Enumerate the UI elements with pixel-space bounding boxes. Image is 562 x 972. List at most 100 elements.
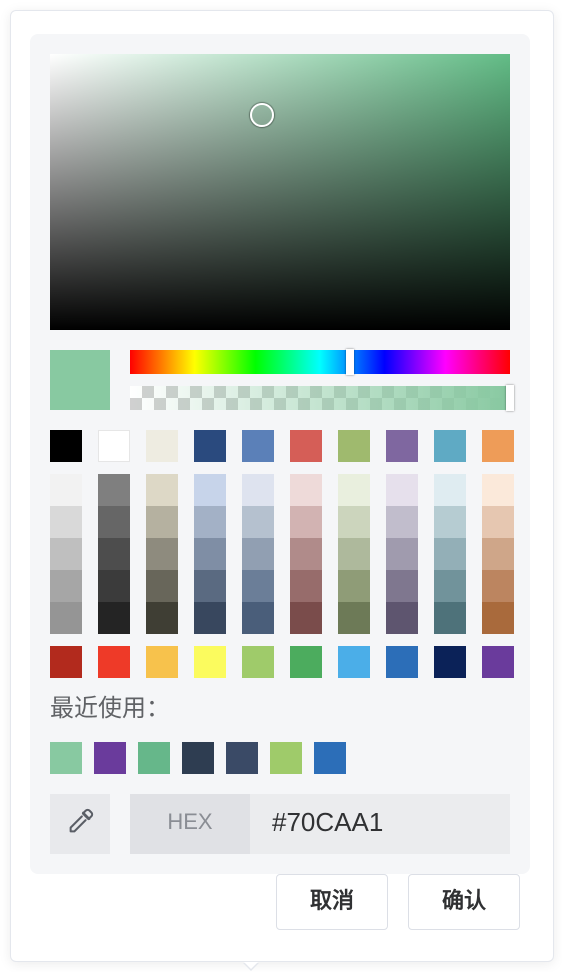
palette-shade-swatch[interactable] — [386, 602, 418, 634]
palette-shade-swatch[interactable] — [290, 570, 322, 602]
palette-standard-swatch[interactable] — [290, 646, 322, 678]
palette-shade-swatch[interactable] — [434, 538, 466, 570]
palette-shade-swatch[interactable] — [98, 570, 130, 602]
hex-format-label: HEX — [130, 794, 250, 854]
palette-shade-swatch[interactable] — [338, 474, 370, 506]
palette-shade-swatch[interactable] — [242, 570, 274, 602]
palette-swatch[interactable] — [434, 430, 466, 462]
palette-shade-swatch[interactable] — [386, 538, 418, 570]
palette-shade-swatch[interactable] — [338, 538, 370, 570]
palette-shade-swatch[interactable] — [338, 570, 370, 602]
palette-shade-swatch[interactable] — [98, 602, 130, 634]
preset-color-palette — [50, 430, 514, 678]
recent-color-swatch[interactable] — [270, 742, 302, 774]
palette-shade-swatch[interactable] — [50, 570, 82, 602]
palette-standard-swatch[interactable] — [146, 646, 178, 678]
palette-swatch[interactable] — [386, 430, 418, 462]
palette-shade-swatch[interactable] — [194, 602, 226, 634]
palette-standard-swatch[interactable] — [386, 646, 418, 678]
palette-shade-swatch[interactable] — [242, 538, 274, 570]
palette-standard-swatch[interactable] — [482, 646, 514, 678]
palette-shade-swatch[interactable] — [482, 570, 514, 602]
palette-shade-swatch[interactable] — [386, 570, 418, 602]
palette-shade-swatch[interactable] — [50, 602, 82, 634]
recent-color-swatch[interactable] — [138, 742, 170, 774]
eyedropper-icon — [65, 807, 95, 841]
palette-shade-swatch[interactable] — [338, 602, 370, 634]
palette-shade-swatch[interactable] — [50, 474, 82, 506]
saturation-value-area[interactable] — [50, 54, 510, 330]
palette-shade-swatch[interactable] — [434, 506, 466, 538]
palette-standard-swatch[interactable] — [434, 646, 466, 678]
palette-shade-swatch[interactable] — [194, 570, 226, 602]
palette-shade-swatch[interactable] — [242, 602, 274, 634]
palette-shade-swatch[interactable] — [386, 474, 418, 506]
palette-shade-swatch[interactable] — [290, 538, 322, 570]
alpha-gradient — [130, 386, 510, 410]
palette-shade-swatch[interactable] — [338, 506, 370, 538]
palette-standard-swatch[interactable] — [98, 646, 130, 678]
current-color-preview — [50, 350, 110, 410]
palette-swatch[interactable] — [194, 430, 226, 462]
recent-color-swatch[interactable] — [94, 742, 126, 774]
palette-shade-swatch[interactable] — [434, 570, 466, 602]
palette-shade-swatch[interactable] — [242, 506, 274, 538]
palette-swatch[interactable] — [146, 430, 178, 462]
palette-shade-swatch[interactable] — [482, 474, 514, 506]
palette-shade-swatch[interactable] — [290, 602, 322, 634]
saturation-value-cursor[interactable] — [249, 102, 274, 127]
alpha-slider[interactable] — [130, 385, 514, 411]
palette-shade-swatch[interactable] — [434, 474, 466, 506]
palette-shade-swatch[interactable] — [50, 538, 82, 570]
recent-color-swatch[interactable] — [226, 742, 258, 774]
palette-shade-swatch[interactable] — [98, 538, 130, 570]
cancel-button[interactable]: 取消 — [276, 874, 388, 930]
palette-shade-swatch[interactable] — [194, 506, 226, 538]
palette-swatch[interactable] — [290, 430, 322, 462]
palette-swatch[interactable] — [482, 430, 514, 462]
palette-swatch[interactable] — [338, 430, 370, 462]
palette-shade-swatch[interactable] — [386, 506, 418, 538]
palette-standard-swatch[interactable] — [50, 646, 82, 678]
palette-swatch[interactable] — [50, 430, 82, 462]
palette-standard-swatch[interactable] — [194, 646, 226, 678]
palette-swatch[interactable] — [98, 430, 130, 462]
palette-shade-swatch[interactable] — [194, 474, 226, 506]
palette-shade-swatch[interactable] — [194, 538, 226, 570]
palette-column — [194, 430, 226, 678]
palette-shade-swatch[interactable] — [290, 506, 322, 538]
palette-column — [338, 430, 370, 678]
palette-shade-swatch[interactable] — [146, 602, 178, 634]
palette-shade-swatch[interactable] — [482, 602, 514, 634]
recent-color-swatch[interactable] — [50, 742, 82, 774]
palette-shade-swatch[interactable] — [50, 506, 82, 538]
palette-shade-swatch[interactable] — [434, 602, 466, 634]
recent-colors-row — [50, 742, 346, 774]
recent-color-swatch[interactable] — [182, 742, 214, 774]
recent-color-swatch[interactable] — [314, 742, 346, 774]
palette-shade-swatch[interactable] — [146, 506, 178, 538]
palette-shade-swatch[interactable] — [98, 506, 130, 538]
palette-shade-swatch[interactable] — [98, 474, 130, 506]
alpha-slider-handle[interactable] — [506, 385, 514, 411]
palette-column — [386, 430, 418, 678]
recent-colors-label: 最近使用： — [50, 694, 170, 722]
confirm-button[interactable]: 确认 — [408, 874, 520, 930]
palette-shade-swatch[interactable] — [290, 474, 322, 506]
palette-shade-swatch[interactable] — [482, 506, 514, 538]
palette-column — [146, 430, 178, 678]
palette-standard-swatch[interactable] — [338, 646, 370, 678]
palette-standard-swatch[interactable] — [242, 646, 274, 678]
hue-slider-handle[interactable] — [346, 349, 355, 375]
palette-swatch[interactable] — [242, 430, 274, 462]
palette-shade-swatch[interactable] — [146, 474, 178, 506]
palette-column — [242, 430, 274, 678]
eyedropper-button[interactable] — [50, 794, 110, 854]
hex-value-input[interactable] — [250, 794, 510, 854]
palette-shade-swatch[interactable] — [242, 474, 274, 506]
popover-arrow-inner — [244, 962, 258, 969]
palette-shade-swatch[interactable] — [482, 538, 514, 570]
palette-shade-swatch[interactable] — [146, 570, 178, 602]
hue-slider[interactable] — [130, 349, 510, 375]
palette-shade-swatch[interactable] — [146, 538, 178, 570]
